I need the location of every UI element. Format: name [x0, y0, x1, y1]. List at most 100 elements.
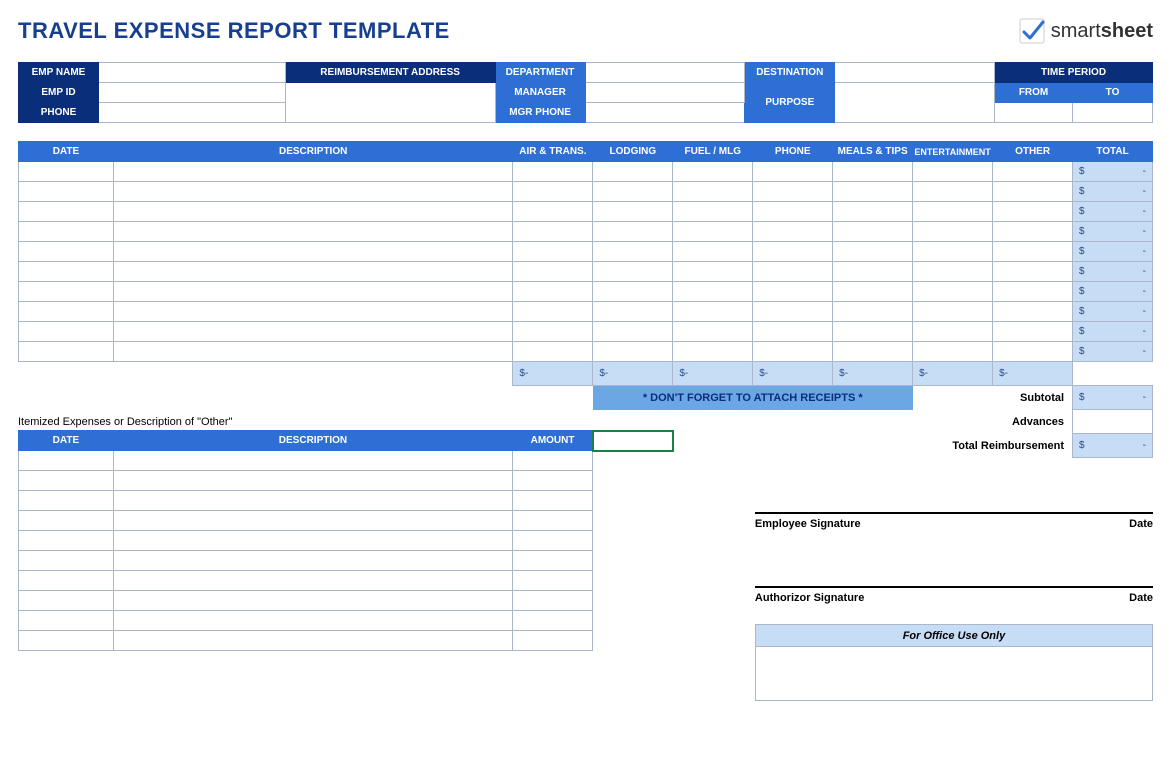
cell-amount[interactable]: [513, 471, 593, 491]
cell-air[interactable]: [513, 242, 593, 262]
cell-description[interactable]: [113, 551, 512, 571]
cell-lodging[interactable]: [593, 162, 673, 182]
cell-fuel[interactable]: [673, 342, 753, 362]
cell-other[interactable]: [993, 302, 1073, 322]
cell-ent[interactable]: [913, 302, 993, 322]
input-from[interactable]: [995, 103, 1073, 123]
cell-phone[interactable]: [753, 182, 833, 202]
cell-ent[interactable]: [913, 282, 993, 302]
cell-date[interactable]: [19, 591, 114, 611]
cell-description[interactable]: [113, 202, 513, 222]
cell-air[interactable]: [513, 342, 593, 362]
cell-description[interactable]: [113, 242, 513, 262]
cell-fuel[interactable]: [673, 282, 753, 302]
input-mgr-phone[interactable]: [585, 103, 745, 123]
cell-fuel[interactable]: [673, 182, 753, 202]
cell-date[interactable]: [19, 451, 114, 471]
input-emp-name[interactable]: [98, 63, 285, 83]
cell-fuel[interactable]: [673, 202, 753, 222]
cell-amount[interactable]: [513, 451, 593, 471]
cell-air[interactable]: [513, 182, 593, 202]
cell-description[interactable]: [113, 222, 513, 242]
cell-lodging[interactable]: [593, 222, 673, 242]
cell-date[interactable]: [19, 162, 114, 182]
cell-date[interactable]: [19, 302, 114, 322]
cell-other[interactable]: [993, 342, 1073, 362]
cell-lodging[interactable]: [593, 182, 673, 202]
cell-amount[interactable]: [513, 531, 593, 551]
cell-fuel[interactable]: [673, 162, 753, 182]
employee-signature-line[interactable]: [755, 480, 1153, 514]
cell-amount[interactable]: [513, 591, 593, 611]
cell-other[interactable]: [993, 262, 1073, 282]
cell-date[interactable]: [19, 491, 114, 511]
cell-lodging[interactable]: [593, 262, 673, 282]
input-phone[interactable]: [98, 103, 285, 123]
cell-date[interactable]: [19, 342, 114, 362]
cell-ent[interactable]: [913, 222, 993, 242]
cell-meals[interactable]: [833, 242, 913, 262]
cell-date[interactable]: [19, 611, 114, 631]
cell-other[interactable]: [993, 322, 1073, 342]
cell-amount[interactable]: [513, 511, 593, 531]
cell-ent[interactable]: [913, 162, 993, 182]
cell-ent[interactable]: [913, 322, 993, 342]
office-use-body[interactable]: [755, 647, 1152, 701]
cell-date[interactable]: [19, 511, 114, 531]
cell-meals[interactable]: [833, 222, 913, 242]
cell-other[interactable]: [993, 222, 1073, 242]
cell-phone[interactable]: [753, 262, 833, 282]
cell-description[interactable]: [113, 611, 512, 631]
cell-date[interactable]: [19, 531, 114, 551]
cell-date[interactable]: [19, 322, 114, 342]
cell-phone[interactable]: [753, 322, 833, 342]
cell-ent[interactable]: [913, 342, 993, 362]
cell-date[interactable]: [19, 631, 114, 651]
input-emp-id[interactable]: [98, 83, 285, 103]
cell-phone[interactable]: [753, 342, 833, 362]
cell-description[interactable]: [113, 282, 513, 302]
cell-ent[interactable]: [913, 182, 993, 202]
cell-amount[interactable]: [513, 571, 593, 591]
cell-phone[interactable]: [753, 202, 833, 222]
cell-amount[interactable]: [513, 611, 593, 631]
selected-cell-indicator[interactable]: [593, 431, 673, 451]
cell-meals[interactable]: [833, 182, 913, 202]
cell-description[interactable]: [113, 571, 512, 591]
cell-description[interactable]: [113, 471, 512, 491]
cell-description[interactable]: [113, 451, 512, 471]
cell-other[interactable]: [993, 242, 1073, 262]
cell-lodging[interactable]: [593, 302, 673, 322]
cell-ent[interactable]: [913, 262, 993, 282]
authorizor-signature-line[interactable]: [755, 554, 1153, 588]
cell-fuel[interactable]: [673, 242, 753, 262]
input-reimb-addr[interactable]: [285, 83, 495, 123]
cell-air[interactable]: [513, 222, 593, 242]
cell-date[interactable]: [19, 222, 114, 242]
cell-date[interactable]: [19, 262, 114, 282]
cell-fuel[interactable]: [673, 262, 753, 282]
cell-description[interactable]: [113, 182, 513, 202]
cell-phone[interactable]: [753, 242, 833, 262]
cell-lodging[interactable]: [593, 322, 673, 342]
input-department[interactable]: [585, 63, 745, 83]
cell-meals[interactable]: [833, 282, 913, 302]
cell-amount[interactable]: [513, 491, 593, 511]
cell-meals[interactable]: [833, 302, 913, 322]
cell-description[interactable]: [113, 302, 513, 322]
cell-air[interactable]: [513, 262, 593, 282]
cell-description[interactable]: [113, 342, 513, 362]
cell-lodging[interactable]: [593, 242, 673, 262]
cell-description[interactable]: [113, 262, 513, 282]
cell-other[interactable]: [993, 182, 1073, 202]
cell-amount[interactable]: [513, 631, 593, 651]
cell-date[interactable]: [19, 182, 114, 202]
cell-ent[interactable]: [913, 202, 993, 222]
cell-air[interactable]: [513, 302, 593, 322]
cell-lodging[interactable]: [593, 202, 673, 222]
cell-lodging[interactable]: [593, 342, 673, 362]
cell-date[interactable]: [19, 471, 114, 491]
cell-phone[interactable]: [753, 222, 833, 242]
cell-ent[interactable]: [913, 242, 993, 262]
cell-date[interactable]: [19, 282, 114, 302]
